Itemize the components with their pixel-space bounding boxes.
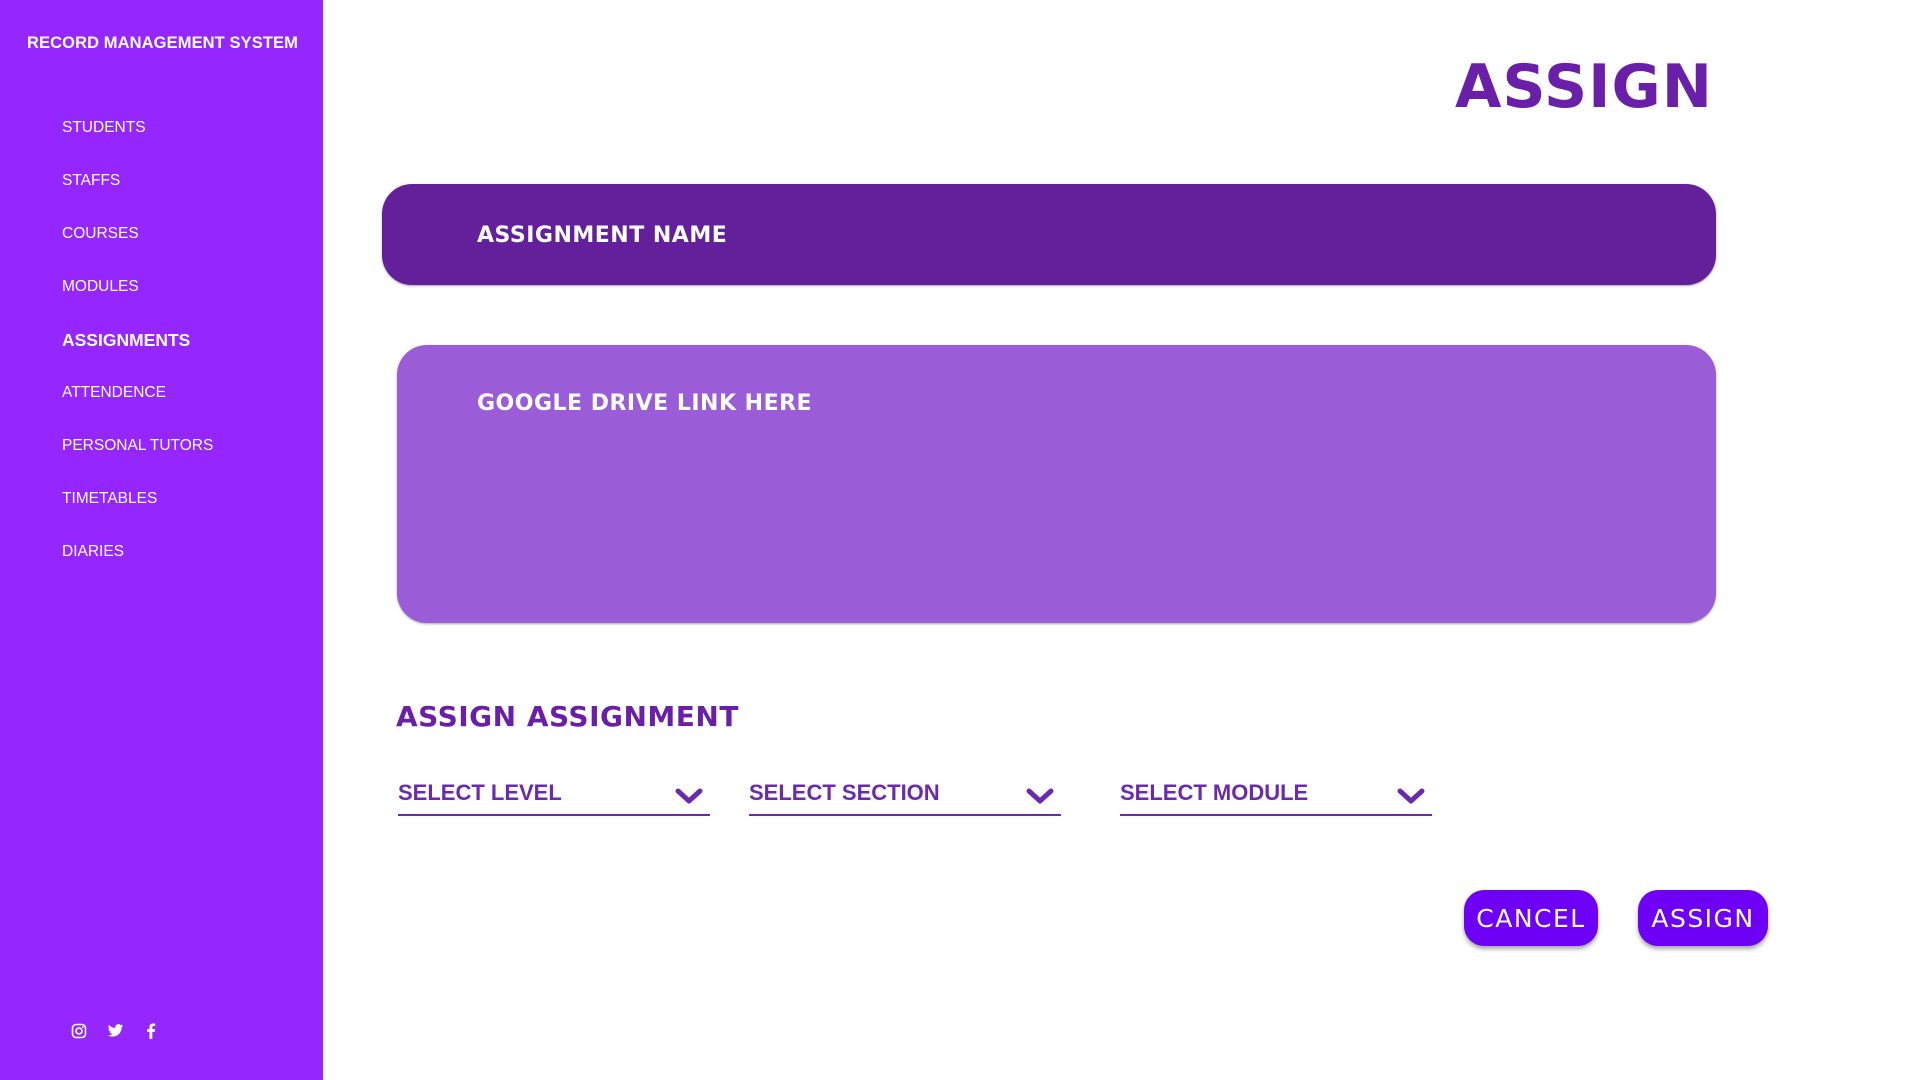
social-links [70, 1022, 160, 1040]
select-level-dropdown[interactable]: SELECT LEVEL [398, 778, 710, 816]
sidebar-item-assignments[interactable]: ASSIGNMENTS [62, 330, 213, 383]
chevron-down-icon [1025, 784, 1055, 808]
sidebar-item-staffs[interactable]: STAFFS [62, 171, 213, 224]
select-section-dropdown[interactable]: SELECT SECTION [749, 778, 1061, 816]
instagram-icon[interactable] [70, 1022, 88, 1040]
sidebar-nav: STUDENTS STAFFS COURSES MODULES ASSIGNME… [62, 118, 213, 595]
twitter-icon[interactable] [106, 1022, 124, 1040]
sidebar-item-modules[interactable]: MODULES [62, 277, 213, 330]
sidebar-item-personal-tutors[interactable]: PERSONAL TUTORS [62, 436, 213, 489]
select-module-label: SELECT MODULE [1120, 780, 1309, 805]
page-title: ASSIGN [1455, 52, 1713, 122]
sidebar-item-courses[interactable]: COURSES [62, 224, 213, 277]
sidebar-item-timetables[interactable]: TIMETABLES [62, 489, 213, 542]
sidebar-item-diaries[interactable]: DIARIES [62, 542, 213, 595]
cancel-button[interactable]: CANCEL [1464, 890, 1598, 946]
chevron-down-icon [674, 784, 704, 808]
assign-button[interactable]: ASSIGN [1638, 890, 1768, 946]
chevron-down-icon [1396, 784, 1426, 808]
facebook-icon[interactable] [142, 1022, 160, 1040]
select-section-label: SELECT SECTION [749, 780, 940, 805]
select-module-dropdown[interactable]: SELECT MODULE [1120, 778, 1432, 816]
sidebar-item-attendence[interactable]: ATTENDENCE [62, 383, 213, 436]
select-level-label: SELECT LEVEL [398, 780, 562, 805]
sidebar-item-students[interactable]: STUDENTS [62, 118, 213, 171]
drive-link-textarea[interactable]: GOOGLE DRIVE LINK HERE [397, 345, 1716, 623]
assignment-name-placeholder: ASSIGNMENT NAME [477, 223, 728, 248]
drive-link-placeholder: GOOGLE DRIVE LINK HERE [477, 391, 813, 416]
app-title: RECORD MANAGEMENT SYSTEM [27, 34, 298, 52]
app-root: RECORD MANAGEMENT SYSTEM STUDENTS STAFFS… [0, 0, 1920, 1080]
sidebar: RECORD MANAGEMENT SYSTEM STUDENTS STAFFS… [0, 0, 323, 1080]
section-heading: ASSIGN ASSIGNMENT [396, 700, 739, 733]
assignment-name-input[interactable]: ASSIGNMENT NAME [382, 184, 1716, 285]
